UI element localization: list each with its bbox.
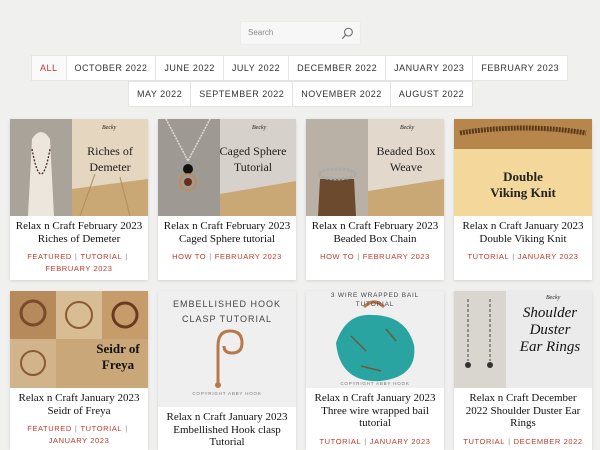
post-title[interactable]: Relax n Craft February 2023 Riches of De…	[10, 216, 148, 245]
tag-link[interactable]: TUTORIAL	[80, 252, 122, 261]
filter-november-2022[interactable]: NOVEMBER 2022	[292, 81, 391, 107]
filter-row-1: ALL OCTOBER 2022 JUNE 2022 JULY 2022 DEC…	[31, 55, 569, 81]
post-card[interactable]: Becky Caged Sphere Tutorial Relax n Craft…	[158, 119, 296, 280]
filter-february-2023[interactable]: FEBRUARY 2023	[472, 55, 569, 81]
filter-january-2023[interactable]: JANUARY 2023	[385, 55, 474, 81]
tag-link[interactable]: HOW TO	[172, 252, 206, 261]
filter-september-2022[interactable]: SEPTEMBER 2022	[190, 81, 294, 107]
tag-separator: |	[512, 252, 515, 261]
tag-link[interactable]: FEBRUARY 2023	[363, 252, 430, 261]
tag-link[interactable]: TUTORIAL	[463, 437, 505, 446]
tag-separator: |	[74, 252, 78, 261]
thumbnail-caption: Caged Sphere Tutorial	[219, 144, 287, 174]
post-card[interactable]: Seidr of Freya Relax n Craft January 2023…	[10, 291, 148, 450]
tag-link[interactable]: TUTORIAL	[80, 424, 122, 433]
filter-row-2: MAY 2022 SEPTEMBER 2022 NOVEMBER 2022 AU…	[128, 81, 474, 107]
post-tags: HOW TO | FEBRUARY 2023	[306, 251, 444, 263]
tag-link[interactable]: FEBRUARY 2023	[215, 252, 282, 261]
post-thumbnail[interactable]: Becky Caged Sphere Tutorial	[158, 119, 296, 216]
search-input[interactable]	[248, 28, 340, 37]
tag-separator: |	[125, 252, 128, 261]
tag-link[interactable]: FEBRUARY 2023	[45, 264, 112, 273]
search-box	[240, 21, 361, 45]
post-thumbnail[interactable]: 3 WIRE WRAPPED BAIL TUTORIAL COPYRIGHT AB…	[306, 291, 444, 388]
search-icon[interactable]	[341, 27, 354, 40]
post-thumbnail[interactable]: Becky Beaded Box Weave	[306, 119, 444, 216]
post-card[interactable]: Double Viking Knit Relax n Craft January …	[454, 119, 592, 280]
post-title[interactable]: Relax n Craft February 2023 Beaded Box C…	[306, 216, 444, 245]
post-tags: FEATURED | TUTORIAL | FEBRUARY 2023	[10, 251, 148, 275]
post-title[interactable]: Relax n Craft February 2023 Caged Sphere…	[158, 216, 296, 245]
brand-logo: Becky	[400, 125, 415, 131]
post-card[interactable]: Becky Beaded Box Weave Relax n Craft Febr…	[306, 119, 444, 280]
post-thumbnail[interactable]: EMBELLISHED HOOK CLASP TUTORIAL COPYRIGHT…	[158, 291, 296, 407]
thumbnail-caption: Shoulder Duster Ear Rings	[519, 305, 581, 355]
filter-june-2022[interactable]: JUNE 2022	[155, 55, 224, 81]
post-title[interactable]: Relax n Craft January 2023 Seidr of Frey…	[10, 388, 148, 417]
post-card[interactable]: Becky Shoulder Duster Ear Rings Relax n Cr…	[454, 291, 592, 450]
tag-link[interactable]: JANUARY 2023	[518, 252, 579, 261]
post-thumbnail[interactable]: Becky Shoulder Duster Ear Rings	[454, 291, 592, 388]
filter-july-2022[interactable]: JULY 2022	[222, 55, 290, 81]
tag-separator: |	[209, 252, 212, 261]
post-card[interactable]: 3 WIRE WRAPPED BAIL TUTORIAL COPYRIGHT AB…	[306, 291, 444, 450]
tag-separator: |	[74, 424, 78, 433]
tag-link[interactable]: HOW TO	[320, 252, 354, 261]
post-title[interactable]: Relax n Craft January 2023 Double Viking…	[454, 216, 592, 245]
brand-logo: Becky	[102, 125, 117, 131]
copyright-caption: COPYRIGHT ABBY HOOK	[192, 391, 262, 396]
thumbnail-caption: Beaded Box Weave	[376, 144, 436, 174]
thumbnail-caption: Double Viking Knit	[490, 169, 556, 200]
copyright-caption: COPYRIGHT ABBY HOOK	[340, 381, 410, 386]
brand-logo: Becky	[546, 295, 561, 301]
post-card[interactable]: EMBELLISHED HOOK CLASP TUTORIAL COPYRIGHT…	[158, 291, 296, 450]
tag-separator: |	[364, 436, 367, 446]
brand-logo: Becky	[252, 125, 267, 131]
tag-link[interactable]: DECEMBER 2022	[514, 437, 583, 446]
thumbnail-caption: EMBELLISHED HOOK CLASP TUTORIAL	[172, 299, 282, 324]
filter-all[interactable]: ALL	[31, 55, 67, 81]
thumbnail-caption: Seidr of Freya	[96, 341, 140, 372]
filter-august-2022[interactable]: AUGUST 2022	[389, 81, 474, 107]
post-title[interactable]: Relax n Craft January 2023 Three wire wr…	[306, 388, 444, 430]
post-thumbnail[interactable]: Seidr of Freya	[10, 291, 148, 388]
tag-separator: |	[125, 424, 128, 433]
post-title[interactable]: Relax n Craft January 2023 Embellished H…	[158, 407, 296, 449]
tag-link[interactable]: JANUARY 2023	[370, 437, 431, 446]
post-title[interactable]: Relax n Craft December 2022 Shoulder Dus…	[454, 388, 592, 430]
tag-link[interactable]: FEATURED	[27, 424, 72, 433]
post-thumbnail[interactable]: Double Viking Knit	[454, 119, 592, 216]
post-tags: HOW TO | FEBRUARY 2023	[158, 251, 296, 263]
tag-link[interactable]: TUTORIAL	[467, 252, 509, 261]
thumbnail-caption: Riches of Demeter	[87, 144, 133, 174]
post-card[interactable]: Becky Riches of Demeter Relax n Craft Feb…	[10, 119, 148, 280]
post-tags: TUTORIAL | DECEMBER 2022	[454, 436, 592, 448]
filter-may-2022[interactable]: MAY 2022	[128, 81, 192, 107]
post-tags: TUTORIAL | JANUARY 2023	[306, 436, 444, 448]
post-tags: FEATURED | TUTORIAL | JANUARY 2023	[10, 423, 148, 447]
thumbnail-caption: 3 WIRE WRAPPED BAIL TUTORIAL	[330, 292, 420, 308]
tag-link[interactable]: JANUARY 2023	[49, 436, 110, 445]
tag-separator: |	[357, 252, 360, 261]
tag-link[interactable]: TUTORIAL	[319, 437, 361, 446]
post-thumbnail[interactable]: Becky Riches of Demeter	[10, 119, 148, 216]
tag-link[interactable]: FEATURED	[27, 252, 72, 261]
post-tags: TUTORIAL | JANUARY 2023	[454, 251, 592, 263]
filter-october-2022[interactable]: OCTOBER 2022	[65, 55, 157, 81]
filter-december-2022[interactable]: DECEMBER 2022	[288, 55, 387, 81]
tag-separator: |	[508, 436, 511, 446]
